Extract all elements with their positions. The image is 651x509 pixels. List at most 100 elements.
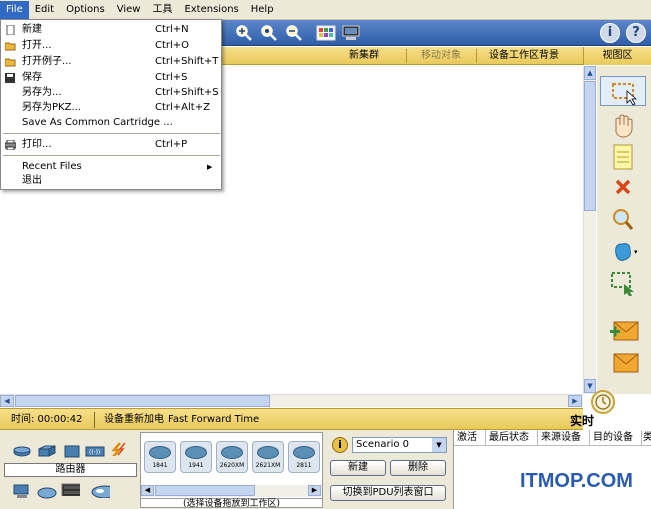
realtime-mode-toggle[interactable]: 实时 (565, 390, 651, 430)
menu-item-save-as[interactable]: 另存为... Ctrl+Shift+S (1, 85, 221, 101)
menu-item-save[interactable]: 保存 Ctrl+S (1, 70, 221, 86)
router-icon (185, 446, 207, 459)
device-drag-hint: (选择设备拖放到工作区) (141, 498, 322, 509)
connections-category-icon[interactable] (108, 442, 128, 456)
menu-item-save-common-cartridge[interactable]: Save As Common Cartridge ... (1, 115, 221, 131)
inspect-hand-button[interactable] (600, 110, 646, 140)
chevron-down-icon[interactable]: ▼ (432, 438, 446, 452)
router-icon (149, 446, 171, 459)
custom-devices-category-icon[interactable] (60, 482, 80, 496)
envelope-plus-icon (610, 321, 639, 341)
menu-bar: File Edit Options View 工具 Extensions Hel… (0, 0, 651, 20)
new-cluster-button[interactable]: 新集群 (349, 47, 379, 65)
scroll-up-arrow[interactable]: ▲ (584, 66, 596, 80)
workspace-horizontal-scrollbar[interactable]: ◀ ▶ (0, 394, 583, 407)
palette-icon[interactable] (316, 24, 336, 42)
hub-category-icon[interactable] (62, 444, 82, 458)
hand-icon (615, 114, 633, 138)
info-icon[interactable]: i (600, 23, 620, 43)
watermark-text: ITMOP.COM (520, 470, 633, 492)
menu-item-print[interactable]: 打印... Ctrl+P (1, 137, 221, 153)
device-model-item[interactable]: 1841 (144, 441, 176, 473)
menu-divider (3, 155, 220, 156)
workspace-background-button[interactable]: 设备工作区背景 (489, 47, 559, 65)
switch-category-icon[interactable] (37, 444, 57, 458)
select-icon (612, 83, 638, 106)
new-file-icon (6, 25, 15, 35)
scroll-thumb[interactable] (15, 395, 270, 407)
device-model-item[interactable]: 2811 (288, 441, 320, 473)
scenario-info-icon[interactable]: i (332, 437, 348, 453)
printer-icon (5, 140, 16, 150)
column-header-fire[interactable]: 激活 (454, 430, 486, 446)
add-complex-pdu-button[interactable] (600, 348, 646, 378)
scenario-select[interactable]: Scenario 0 ▼ (352, 437, 447, 453)
router-icon (221, 446, 243, 459)
menu-item-open-example[interactable]: 打开例子... Ctrl+Shift+T (1, 54, 221, 70)
device-horizontal-scrollbar[interactable]: ◀ ▶ (141, 485, 322, 497)
simulation-status-bar: 时间: 00:00:42 设备重新加电 Fast Forward Time (0, 408, 583, 430)
device-model-item[interactable]: 2621XM (252, 441, 284, 473)
scroll-right-arrow[interactable]: ▶ (308, 485, 321, 496)
selected-category-label: 路由器 (4, 463, 137, 477)
zoom-tool-button[interactable] (600, 204, 646, 234)
column-header-last-status[interactable]: 最后状态 (486, 430, 538, 446)
menu-item-open[interactable]: 打开... Ctrl+O (1, 38, 221, 54)
add-simple-pdu-button[interactable] (600, 316, 646, 346)
help-icon[interactable]: ? (626, 23, 646, 43)
menu-view[interactable]: View (111, 1, 147, 19)
envelope-icon (613, 353, 639, 373)
wan-emulation-category-icon[interactable] (37, 486, 57, 500)
simulation-time: 时间: 00:00:42 (11, 414, 83, 425)
select-tool-button[interactable] (600, 76, 646, 106)
scroll-thumb[interactable] (584, 81, 596, 211)
workspace-vertical-scrollbar[interactable]: ▲ ▼ (583, 66, 596, 394)
view-area-tab[interactable]: 视图区 (583, 47, 651, 65)
new-scenario-button[interactable]: 新建 (330, 460, 386, 476)
open-folder-icon (5, 42, 16, 51)
resize-icon (611, 272, 634, 296)
menu-edit[interactable]: Edit (29, 1, 60, 19)
zoom-reset-icon[interactable] (259, 24, 279, 42)
wireless-category-icon[interactable]: ((·)) (85, 444, 105, 458)
device-model-panel: 1841 1941 2620XM 2621XM 2811 ◀ ▶ (选择设备拖放… (140, 432, 323, 509)
router-category-icon[interactable] (12, 444, 32, 458)
toggle-pdu-list-button[interactable]: 切换到PDU列表窗口 (330, 485, 446, 501)
scroll-left-arrow[interactable]: ◀ (0, 395, 14, 407)
zoom-in-icon[interactable] (234, 24, 254, 42)
fast-forward-button[interactable]: Fast Forward Time (168, 409, 259, 431)
menu-file[interactable]: File (0, 0, 29, 19)
menu-item-save-as-pkz[interactable]: 另存为PKZ... Ctrl+Alt+Z (1, 100, 221, 116)
menu-options[interactable]: Options (60, 1, 111, 19)
column-header-type[interactable]: 类 (642, 430, 651, 446)
svg-text:((·)): ((·)) (89, 449, 100, 456)
resize-shape-button[interactable] (600, 268, 646, 298)
delete-scenario-button[interactable]: 删除 (390, 460, 446, 476)
custom-device-icon[interactable] (341, 24, 361, 42)
clock-icon (591, 390, 615, 414)
scroll-thumb[interactable] (155, 485, 255, 496)
end-devices-category-icon[interactable] (12, 484, 32, 498)
realtime-label: 实时 (570, 414, 595, 428)
power-cycle-button[interactable]: 设备重新加电 (104, 409, 164, 431)
column-header-source[interactable]: 来源设备 (538, 430, 590, 446)
common-tools-panel: ▾ (597, 66, 651, 394)
svg-text:▾: ▾ (634, 248, 638, 256)
column-header-destination[interactable]: 目的设备 (590, 430, 642, 446)
device-model-item[interactable]: 1941 (180, 441, 212, 473)
scroll-left-arrow[interactable]: ◀ (141, 485, 154, 496)
zoom-out-icon[interactable] (284, 24, 304, 42)
device-model-item[interactable]: 2620XM (216, 441, 248, 473)
save-icon (5, 73, 15, 83)
menu-item-exit[interactable]: 退出 (1, 173, 221, 189)
multiuser-category-icon[interactable] (90, 484, 110, 498)
menu-tools[interactable]: 工具 (146, 1, 178, 19)
menu-item-new[interactable]: 新建 Ctrl+N (1, 22, 221, 38)
move-object-button[interactable]: 移动对象 (421, 47, 461, 65)
menu-help[interactable]: Help (245, 1, 280, 19)
note-button[interactable] (600, 142, 646, 172)
menu-extensions[interactable]: Extensions (178, 1, 244, 19)
delete-tool-button[interactable] (600, 172, 646, 202)
scenario-panel: i Scenario 0 ▼ 新建 删除 切换到PDU列表窗口 (326, 432, 451, 508)
draw-shape-button[interactable]: ▾ (600, 236, 646, 266)
